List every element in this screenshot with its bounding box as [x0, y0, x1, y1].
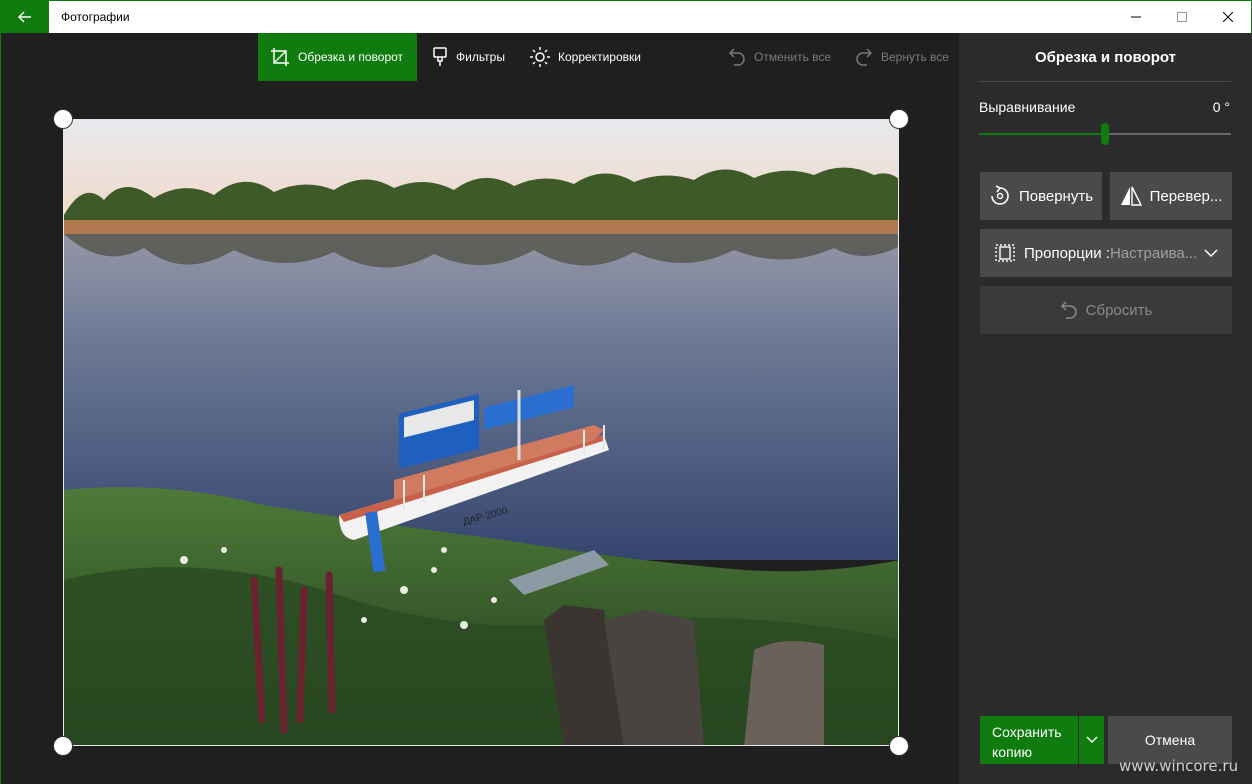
crop-handle-bottom-right[interactable] — [889, 736, 909, 756]
close-button[interactable] — [1205, 1, 1251, 33]
flip-button[interactable]: Перевер... — [1110, 172, 1232, 220]
chevron-down-icon — [1204, 249, 1218, 258]
rotate-label: Повернуть — [1018, 187, 1094, 205]
app-window: Фотографии Обрезка и поворот Фильтры Кор… — [0, 0, 1252, 784]
tab-adjustments[interactable]: Корректировки — [530, 33, 641, 81]
edit-toolbar: Обрезка и поворот Фильтры Корректировки — [1, 33, 959, 81]
rotate-button[interactable]: Повернуть — [980, 172, 1102, 220]
straighten-slider-fill — [979, 133, 1105, 135]
minimize-button[interactable] — [1113, 1, 1159, 33]
redo-all-button[interactable]: Вернуть все — [855, 33, 949, 81]
panel-divider — [979, 81, 1231, 82]
chevron-down-icon — [1085, 736, 1098, 744]
crop-handle-top-right[interactable] — [889, 109, 909, 129]
tab-filters[interactable]: Фильтры — [432, 33, 505, 81]
panel-title: Обрезка и поворот — [1034, 49, 1176, 66]
app-title: Фотографии — [61, 10, 130, 24]
tab-crop-rotate-label: Обрезка и поворот — [298, 50, 404, 64]
save-options-button[interactable] — [1079, 716, 1104, 764]
back-button[interactable] — [1, 1, 49, 33]
reset-icon — [1060, 301, 1077, 319]
save-copy-button[interactable]: Сохранить копию — [980, 716, 1078, 764]
reset-label: Сбросить — [1085, 301, 1153, 319]
aspect-ratio-value: Настраива... — [1109, 244, 1198, 262]
minimize-icon — [1131, 16, 1141, 18]
photo-canvas[interactable]: ДАР-2000 — [63, 119, 899, 746]
aspect-ratio-dropdown[interactable]: Пропорции : Настраива... — [980, 229, 1232, 277]
straighten-slider-thumb[interactable] — [1101, 123, 1109, 145]
crop-handle-bottom-left[interactable] — [53, 736, 73, 756]
photo-image: ДАР-2000 — [64, 120, 898, 745]
editor-area: Обрезка и поворот Фильтры Корректировки — [1, 33, 959, 784]
undo-all-button[interactable]: Отменить все — [728, 33, 831, 81]
redo-icon — [856, 48, 873, 66]
tab-adjustments-label: Корректировки — [558, 50, 641, 64]
undo-all-label: Отменить все — [754, 50, 832, 64]
straighten-label: Выравнивание — [979, 99, 1076, 115]
redo-all-label: Вернуть все — [881, 50, 949, 64]
aspect-ratio-icon — [995, 244, 1015, 262]
crop-rotate-panel: Обрезка и поворот Выравнивание 0 ° Повер… — [959, 33, 1252, 784]
maximize-button[interactable] — [1159, 1, 1205, 33]
maximize-icon — [1177, 12, 1187, 22]
straighten-value: 0 ° — [1212, 99, 1230, 115]
back-arrow-icon — [18, 11, 31, 23]
straighten-slider[interactable] — [979, 123, 1231, 145]
flip-icon — [1120, 186, 1142, 206]
undo-icon — [728, 48, 745, 66]
brush-icon — [433, 47, 447, 66]
tab-crop-rotate[interactable]: Обрезка и поворот — [258, 33, 417, 81]
crop-handle-top-left[interactable] — [53, 109, 73, 129]
flip-label: Перевер... — [1149, 187, 1223, 205]
crop-icon — [271, 48, 289, 66]
close-icon — [1223, 12, 1233, 22]
title-bar: Фотографии — [1, 1, 1251, 33]
aspect-ratio-label: Пропорции : — [1024, 244, 1110, 262]
reset-button[interactable]: Сбросить — [980, 286, 1232, 334]
sun-icon — [530, 47, 550, 67]
watermark: www.wincore.ru — [1119, 757, 1239, 775]
rotate-icon — [991, 185, 1009, 205]
tab-filters-label: Фильтры — [456, 50, 505, 64]
